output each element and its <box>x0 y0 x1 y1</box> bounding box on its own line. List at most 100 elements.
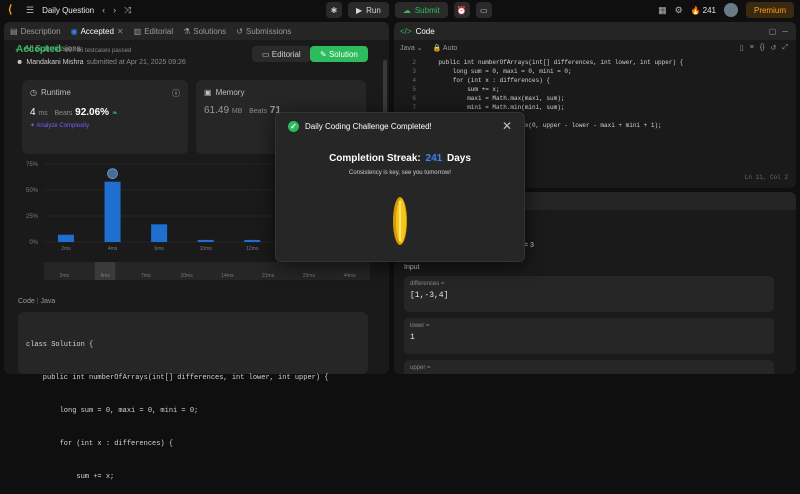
problem-list-icon[interactable]: ☰ <box>26 5 34 16</box>
analyze-complexity-link[interactable]: ✦ Analyze Complexity <box>30 122 180 129</box>
tab-description[interactable]: ▤ Description <box>10 27 61 36</box>
chart-bar <box>151 224 168 242</box>
coin-icon <box>393 197 407 245</box>
close-tab-icon[interactable]: ✕ <box>117 27 124 36</box>
chart-bar <box>197 239 214 242</box>
editor-code-line[interactable]: sum += x; <box>424 85 683 94</box>
editor-code-line[interactable]: for (int x : differences) { <box>424 76 683 85</box>
x-tick-label: 4ms <box>108 246 118 252</box>
clock-icon: ◷ <box>30 88 37 97</box>
fire-icon: 🔥 <box>690 5 701 15</box>
line-number: 6 <box>412 95 416 102</box>
reset-icon[interactable]: ↺ <box>771 44 777 52</box>
author-name[interactable]: Mandakani Mishra <box>26 59 83 66</box>
code-label: Code <box>18 298 35 305</box>
auto-toggle[interactable]: 🔒 Auto <box>433 44 458 52</box>
tab-solutions[interactable]: ⚗ Solutions <box>183 27 226 36</box>
bug-icon: ✱ <box>330 5 338 15</box>
expand-icon[interactable]: ⤢ <box>782 44 788 52</box>
format-icon[interactable]: ≡ <box>750 44 754 52</box>
bookmark-icon[interactable]: ▯ <box>740 44 744 52</box>
x-tick-label: 12ms <box>246 246 259 252</box>
submission-summary: Accepted 86 / 86 testcases passed ☻ Mand… <box>16 44 186 66</box>
param-value: [1,-3,4] <box>410 291 449 300</box>
timer-button[interactable]: ⏰ <box>453 2 470 18</box>
editor-code-line[interactable]: long sum = 0, maxi = 0, mini = 0; <box>424 67 683 76</box>
tab-label: Solutions <box>193 26 227 36</box>
navigator-label: 4ms <box>100 273 110 279</box>
chevron-down-icon: ⌄ <box>416 45 423 52</box>
left-tabs: ▤ Description ◉ Accepted ✕ ▥ Editorial ⚗ Solu… <box>4 22 389 40</box>
result-fragment: = 3 <box>524 242 534 249</box>
code-line: sum += x; <box>26 473 115 481</box>
prev-problem-icon[interactable]: ‹ <box>102 5 105 15</box>
testcase-input-upper[interactable]: upper = <box>404 360 774 374</box>
editor-code-line[interactable]: mini = Math.min(mini, sum); <box>424 103 683 112</box>
testcase-input-differences[interactable]: differences = [1,-3,4] <box>404 276 774 312</box>
code-line: class Solution { <box>26 341 94 349</box>
memory-label: Memory <box>215 88 245 97</box>
edit-icon: ✎ <box>320 49 329 59</box>
input-label: Input <box>404 264 420 271</box>
cloud-upload-icon: ☁ <box>402 5 411 15</box>
y-tick-label: 25% <box>26 214 39 220</box>
language-select[interactable]: Java ⌄ <box>400 44 423 52</box>
settings-icon[interactable]: ⚙ <box>675 5 683 16</box>
editor-title: Code <box>415 26 435 36</box>
minimize-icon[interactable]: ─ <box>782 27 788 36</box>
shuffle-icon[interactable]: ⤨ <box>124 5 131 16</box>
description-icon: ▤ <box>10 26 18 36</box>
runtime-card[interactable]: ◷ Runtime ⓘ 4 ms Beats 92.06% ❧ ✦ Analyze … <box>22 80 188 154</box>
problem-list-title[interactable]: Daily Question <box>42 6 94 15</box>
navigator-label: 7ms <box>141 273 151 279</box>
y-tick-label: 0% <box>29 240 38 246</box>
editorial-label: Editorial <box>271 49 301 59</box>
line-number: 2 <box>412 59 416 66</box>
navigator-label: 29ms <box>303 273 316 279</box>
x-tick-label: 6ms <box>154 246 164 252</box>
tab-editorial[interactable]: ▥ Editorial <box>134 27 173 36</box>
run-label: Run <box>366 5 381 15</box>
tab-submissions[interactable]: ↺ Submissions <box>236 27 291 36</box>
memory-value: 61.49 <box>204 105 230 116</box>
navigator-label: 10ms <box>181 273 194 279</box>
streak-prefix: Completion Streak: <box>329 153 421 164</box>
accepted-icon: ◉ <box>70 26 78 36</box>
close-icon[interactable]: ✕ <box>502 119 512 133</box>
editor-code-line[interactable]: public int numberOfArrays(int[] differen… <box>424 58 683 67</box>
flask-icon: ⚗ <box>183 26 191 36</box>
code-line: for (int x : differences) { <box>26 440 174 448</box>
editorial-button[interactable]: ▭ Editorial <box>252 46 311 62</box>
streak-line: Completion Streak: 241 Days <box>276 153 524 164</box>
solution-button[interactable]: ✎ Solution <box>310 46 368 62</box>
tab-label: Editorial <box>144 26 174 36</box>
history-icon: ↺ <box>236 26 243 36</box>
runtime-unit: ms <box>38 110 48 117</box>
streak-counter[interactable]: 🔥 241 <box>691 6 716 15</box>
braces-icon[interactable]: {} <box>760 44 765 52</box>
avatar[interactable] <box>723 3 738 17</box>
submit-button[interactable]: ☁ Submit <box>394 2 448 18</box>
layout-icon[interactable]: ▦ <box>658 5 667 16</box>
premium-button[interactable]: Premium <box>745 2 794 18</box>
testcase-input-lower[interactable]: lower = 1 <box>404 318 774 354</box>
editor-header: </> Code ▢ ─ <box>394 22 796 40</box>
notes-button[interactable]: ▭ <box>475 2 492 18</box>
leaf-icon: ❧ <box>111 110 118 117</box>
cursor-position: Ln 11, Col 2 <box>744 174 788 181</box>
tab-accepted[interactable]: ◉ Accepted ✕ <box>71 27 124 36</box>
status-label: Accepted <box>16 44 62 55</box>
runtime-percentile: 92.06% <box>75 107 110 118</box>
maximize-icon[interactable]: ▢ <box>769 27 777 36</box>
run-button[interactable]: ▶ Run <box>348 2 389 18</box>
editor-code-line[interactable]: maxi = Math.max(maxi, sum); <box>424 94 683 103</box>
info-icon[interactable]: ⓘ <box>172 88 180 99</box>
code-language: Java <box>40 298 56 305</box>
debug-button[interactable]: ✱ <box>326 2 342 18</box>
leetcode-logo[interactable]: ⟨ <box>8 4 18 16</box>
chart-navigator <box>44 262 370 280</box>
next-problem-icon[interactable]: › <box>113 5 116 15</box>
x-tick-label: 10ms <box>200 246 213 252</box>
navigator-label: 14ms <box>221 273 234 279</box>
auto-label: Auto <box>442 45 458 52</box>
